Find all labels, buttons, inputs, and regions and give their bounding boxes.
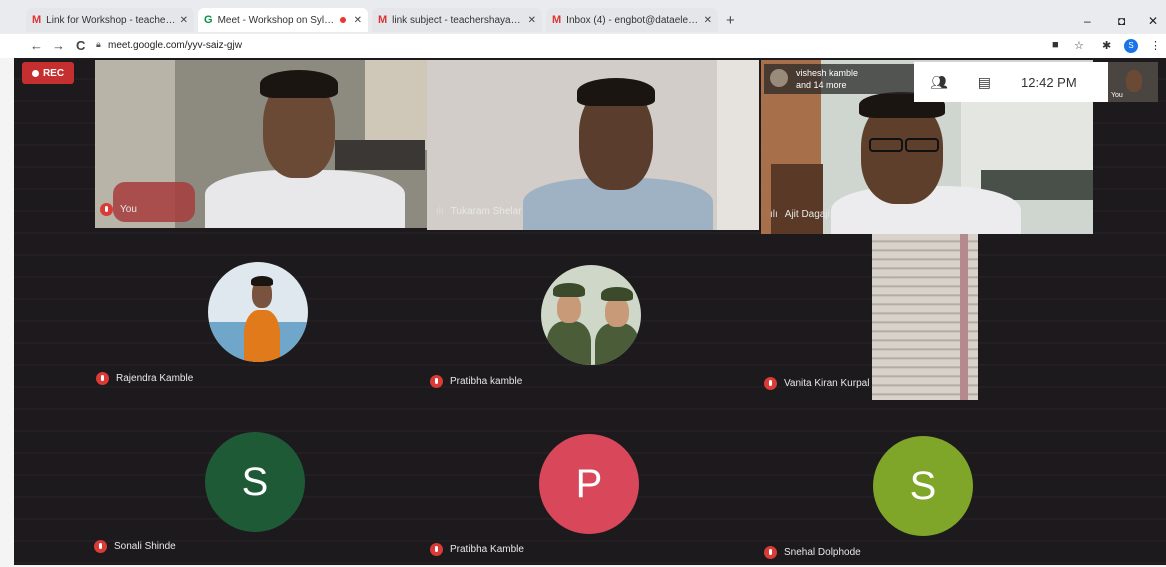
record-dot-icon (31, 69, 39, 77)
maximize-button[interactable]: ◘ (1118, 14, 1125, 28)
participant-name-tag: Sonali Shinde (94, 540, 176, 553)
back-button[interactable]: ← (30, 38, 43, 53)
close-icon[interactable]: ✕ (528, 15, 536, 26)
gmail-icon: M (378, 14, 388, 26)
participant-name: You (120, 204, 137, 215)
mic-muted-icon (100, 203, 113, 216)
avatar-rajendra-kamble[interactable] (208, 262, 308, 362)
tab-link-subject[interactable]: M link subject - teachershayana2 ✕ (372, 8, 542, 32)
lock-icon[interactable]: 🔒︎ (96, 39, 101, 50)
tab-title: Meet - Workshop on Syllab (217, 14, 336, 26)
camera-icon[interactable]: ■ (1052, 39, 1059, 51)
mic-muted-icon (764, 377, 777, 390)
close-window-button[interactable]: ✕ (1148, 14, 1158, 28)
participant-name-tag: ılı Ajit Dagaji (770, 209, 830, 220)
tab-meet[interactable]: G Meet - Workshop on Syllab ✕ (198, 8, 368, 32)
overlay-text: vishesh kamble and 14 more (796, 68, 859, 90)
participant-name: Ajit Dagaji (784, 209, 830, 220)
participants-overlay[interactable]: vishesh kamble and 14 more (764, 64, 914, 94)
tab-inbox[interactable]: M Inbox (4) - engbot@dataelearn ✕ (546, 8, 718, 32)
video-tile-you[interactable] (95, 60, 427, 228)
close-icon[interactable]: ✕ (704, 15, 712, 26)
participant-name: Tukaram Shelar (450, 206, 522, 217)
people-icon[interactable]: 👥︎ (930, 74, 948, 91)
browser-tab-bar: M Link for Workshop - teacherimage ✕ G M… (0, 0, 1166, 34)
close-icon[interactable]: ✕ (354, 15, 362, 26)
avatar-snehal-dolphode[interactable]: S (873, 436, 973, 536)
chat-icon[interactable]: ▤ (978, 74, 991, 91)
rec-label: REC (42, 67, 65, 79)
url-field[interactable]: meet.google.com/yyv-saiz-gjw (108, 40, 242, 51)
mic-muted-icon (764, 546, 777, 559)
mic-muted-icon (94, 540, 107, 553)
new-tab-button[interactable]: + (726, 12, 735, 29)
participant-name-tag: ılı Tukaram Shelar (436, 206, 522, 217)
tab-workshop-link[interactable]: M Link for Workshop - teacherimage ✕ (26, 8, 194, 32)
meet-icon: G (204, 14, 213, 26)
profile-avatar[interactable]: S (1124, 39, 1138, 53)
recording-badge: REC (22, 62, 74, 84)
avatar-vanita-kiran-kurpal[interactable] (872, 234, 978, 400)
star-icon[interactable]: ☆ (1074, 39, 1084, 52)
tab-title: Inbox (4) - engbot@dataelearn (566, 14, 700, 26)
avatar-pratibha-kamble-letter[interactable]: P (539, 434, 639, 534)
tab-title: link subject - teachershayana2 (392, 14, 524, 26)
participant-thumbnail (770, 69, 788, 87)
meeting-time: 12:42 PM (1021, 74, 1077, 90)
video-tile-tukaram-shelar[interactable] (427, 60, 759, 230)
gmail-icon: M (32, 14, 42, 26)
participant-name: Pratibha Kamble (450, 544, 524, 555)
participant-name: Vanita Kiran Kurpal (784, 378, 870, 389)
extensions-icon[interactable]: ✱ (1102, 39, 1111, 52)
audio-level-icon: ılı (436, 206, 444, 217)
participant-name-tag: You (100, 203, 137, 216)
self-label: You (1111, 92, 1123, 99)
gmail-icon: M (552, 14, 562, 26)
forward-button[interactable]: → (52, 38, 65, 53)
mic-muted-icon (96, 372, 109, 385)
participant-name-tag: Snehal Dolphode (764, 546, 861, 559)
menu-icon[interactable]: ⋮ (1150, 39, 1161, 52)
tab-title: Link for Workshop - teacherimage (46, 14, 175, 26)
self-view-thumbnail[interactable]: You (1108, 62, 1158, 102)
participant-name-tag: Pratibha kamble (430, 375, 522, 388)
avatar-sonali-shinde[interactable]: S (205, 432, 305, 532)
mic-muted-icon (430, 375, 443, 388)
participant-name-tag: Rajendra Kamble (96, 372, 193, 385)
participant-name: Snehal Dolphode (784, 547, 861, 558)
participant-name: Pratibha kamble (450, 376, 523, 387)
recording-indicator-icon (339, 17, 346, 23)
meet-top-bar: 👥︎ ▤ 12:42 PM (914, 62, 1108, 102)
participant-name: Sonali Shinde (114, 541, 176, 552)
participant-name-tag: Vanita Kiran Kurpal (764, 377, 869, 390)
audio-level-icon: ılı (770, 209, 778, 220)
address-bar-row: ← → C 🔒︎ meet.google.com/yyv-saiz-gjw ■ … (0, 34, 1166, 58)
avatar-pratibha-kamble[interactable] (541, 265, 641, 365)
participant-name: Rajendra Kamble (116, 373, 194, 384)
close-icon[interactable]: ✕ (180, 15, 188, 26)
mic-muted-icon (430, 543, 443, 556)
participant-name-tag: Pratibha Kamble (430, 543, 524, 556)
minimize-button[interactable]: – (1084, 14, 1091, 28)
reload-button[interactable]: C (76, 38, 85, 53)
